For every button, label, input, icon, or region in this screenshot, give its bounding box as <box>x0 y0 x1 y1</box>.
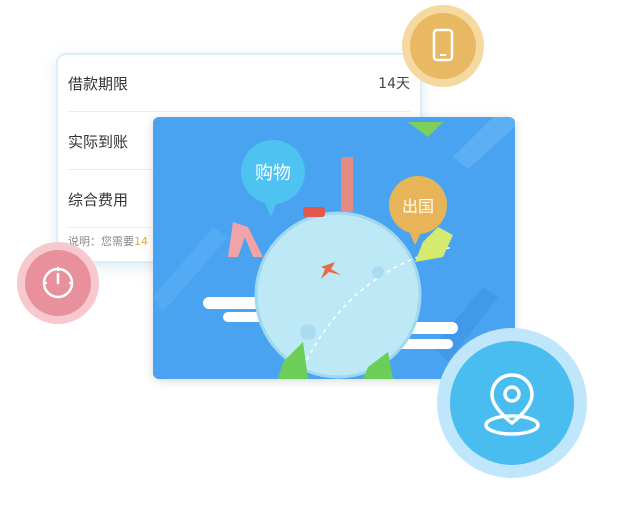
gauge-badge <box>17 242 99 324</box>
bubble-abroad: 出国 <box>402 197 434 216</box>
location-pin-icon <box>484 373 540 436</box>
note-text: 说明：您需要14 <box>68 233 148 249</box>
travel-illustration: 购物 出国 <box>153 117 515 379</box>
phone-badge <box>402 5 484 87</box>
total-fee-label: 综合费用 <box>68 190 129 209</box>
loan-term-row: 借款期限 14天 <box>68 55 410 112</box>
gauge-icon <box>42 267 74 299</box>
note-value: 14 <box>134 235 148 248</box>
bubble-shopping: 购物 <box>255 163 291 184</box>
loan-term-label: 借款期限 <box>68 74 129 93</box>
loan-term-value: 14天 <box>378 76 410 92</box>
note-prefix: 说明：您需要 <box>68 235 134 248</box>
phone-icon <box>432 28 454 62</box>
travel-illustration-art: 购物 出国 <box>153 117 515 379</box>
location-badge <box>437 328 587 478</box>
actual-received-label: 实际到账 <box>68 132 129 151</box>
